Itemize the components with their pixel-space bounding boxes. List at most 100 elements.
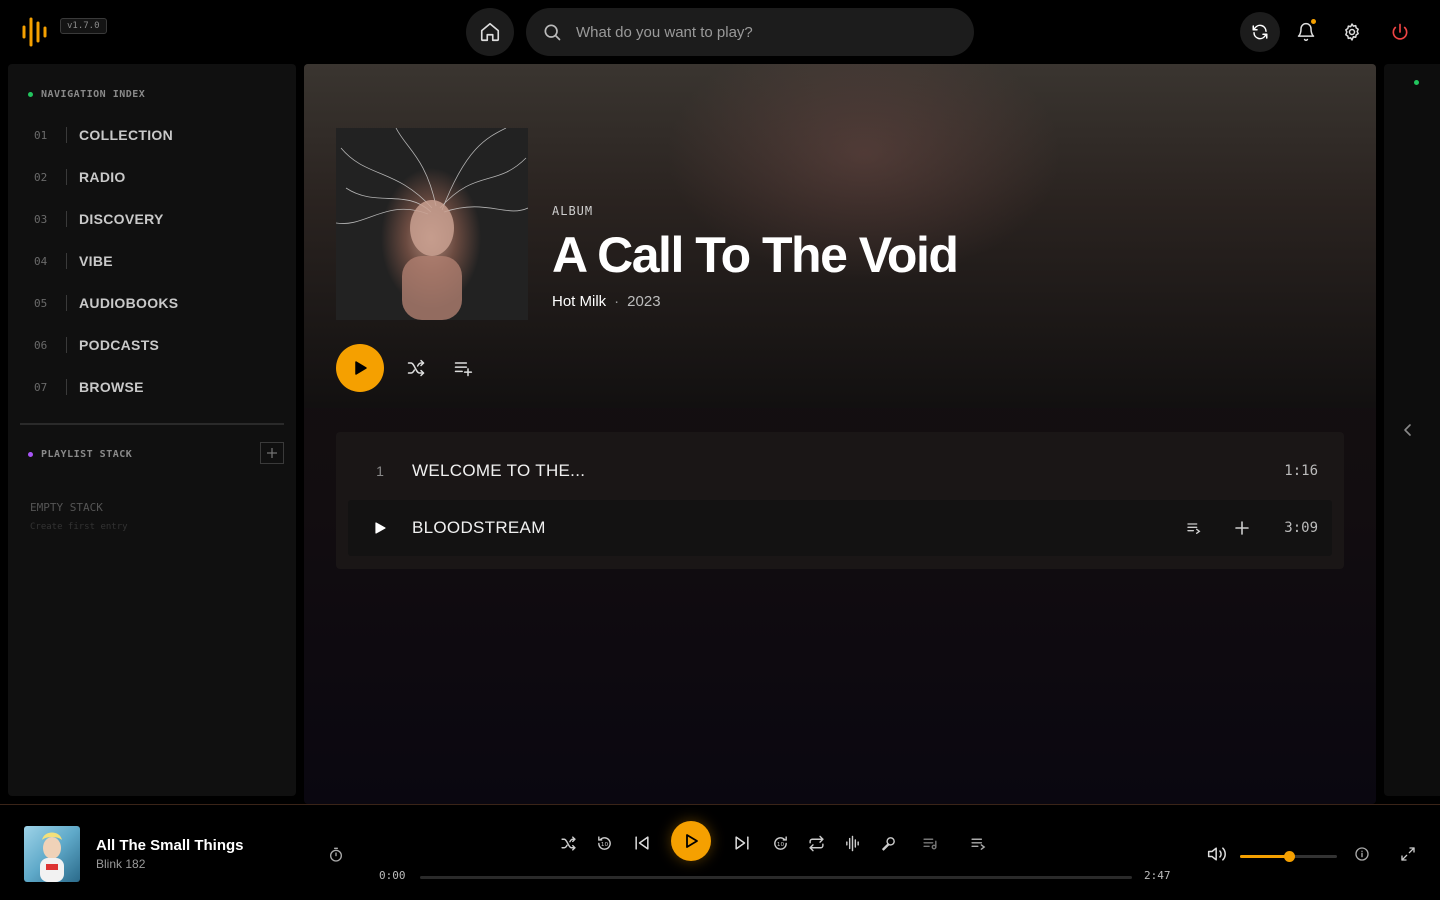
album-meta: Hot Milk · 2023 [552,293,661,310]
version-badge: v1.7.0 [60,18,107,34]
svg-text:10: 10 [600,841,608,847]
notifications-button[interactable] [1286,12,1326,52]
sidebar-item-browse[interactable]: 07 BROWSE [34,372,274,402]
queue-add-icon [1187,523,1201,534]
skip-back-icon [635,836,649,850]
play-icon [375,522,386,534]
now-playing-cover[interactable] [24,826,80,882]
album-cover [336,128,528,320]
sidebar-item-audiobooks[interactable]: 05 AUDIOBOOKS [34,288,274,318]
expand-panel-button[interactable] [1398,420,1418,440]
sidebar-item-podcasts[interactable]: 06 PODCASTS [34,330,274,360]
search-input[interactable] [576,8,956,56]
nav-label: VIBE [79,253,113,269]
queue-button[interactable] [966,831,990,855]
add-to-queue-button[interactable] [451,356,475,380]
nav-number: 02 [34,170,48,184]
fullscreen-button[interactable] [1398,844,1418,864]
gear-icon [1345,23,1359,41]
track-add-to-playlist-button[interactable] [1218,521,1266,535]
play-album-button[interactable] [336,344,384,392]
nav-number: 04 [34,254,48,268]
bell-icon [1297,22,1315,42]
svg-text:10: 10 [776,841,784,847]
forward-10-button[interactable]: 10 [768,831,792,855]
nav-label: COLLECTION [79,127,173,143]
progress-bar[interactable] [420,876,1132,879]
shuffle-icon [560,835,576,851]
sidebar-item-radio[interactable]: 02 RADIO [34,162,274,192]
queue-add-icon [454,362,473,377]
microphone-icon [881,836,895,851]
play-icon [686,834,698,848]
nav-divider [66,295,67,311]
album-artist-link[interactable]: Hot Milk [552,293,606,310]
nav-label: DISCOVERY [79,211,164,227]
queue-icon [970,838,985,850]
nav-divider [66,211,67,227]
sidebar: NAVIGATION INDEX 01 COLLECTION 02 RADIO … [8,64,296,796]
track-row[interactable]: BLOODSTREAM 3:09 [348,500,1332,556]
plus-icon [1235,521,1249,535]
rewind-10-button[interactable]: 10 [592,831,616,855]
track-row[interactable]: 1 WELCOME TO THE... 1:16 [348,443,1332,499]
player-bar: All The Small Things Blink 182 10 10 0:0… [0,804,1440,900]
repeat-button[interactable] [804,831,828,855]
nav-status-dot [28,92,33,97]
now-playing-title[interactable]: All The Small Things [96,837,244,854]
repeat-icon [808,835,824,851]
mute-button[interactable] [1206,843,1228,865]
volume-icon [1207,847,1226,861]
previous-button[interactable] [630,831,654,855]
track-title[interactable]: WELCOME TO THE... [412,461,1266,481]
add-playlist-button[interactable] [260,442,284,464]
nav-label: PODCASTS [79,337,160,353]
album-title: A Call To The Void [552,227,959,283]
playlist-music-button[interactable] [918,831,942,855]
notification-dot [1311,19,1316,24]
play-icon [355,361,367,375]
track-title[interactable]: BLOODSTREAM [412,518,1170,538]
nav-label: RADIO [79,169,126,185]
sidebar-item-vibe[interactable]: 04 VIBE [34,246,274,276]
search-icon [544,24,561,41]
status-dot [1414,80,1419,85]
track-add-to-queue-button[interactable] [1170,520,1218,536]
main-content: ALBUM A Call To The Void Hot Milk · 2023… [304,64,1376,804]
nav-divider [66,253,67,269]
volume-slider[interactable] [1240,851,1337,862]
volume-knob[interactable] [1283,851,1295,862]
track-play-button[interactable] [348,521,412,535]
app-logo-icon[interactable] [20,15,52,49]
plus-icon [267,448,277,458]
settings-button[interactable] [1332,12,1372,52]
sidebar-item-collection[interactable]: 01 COLLECTION [34,120,274,150]
total-time: 2:47 [1144,869,1171,882]
play-pause-button[interactable] [671,821,711,861]
forward-10-icon: 10 [773,835,787,850]
sleep-timer-button[interactable] [326,845,346,865]
timer-icon [330,847,342,862]
sync-button[interactable] [1240,12,1280,52]
shuffle-album-button[interactable] [404,356,428,380]
audio-visualizer-button[interactable] [840,831,864,855]
nav-divider [66,337,67,353]
home-button[interactable] [466,8,514,56]
shuffle-button[interactable] [556,831,580,855]
playlist-status-dot [28,452,33,457]
power-button[interactable] [1380,12,1420,52]
track-info-button[interactable] [1352,844,1372,864]
lyrics-button[interactable] [876,831,900,855]
now-playing-artist[interactable]: Blink 182 [96,857,145,871]
empty-stack-title: EMPTY STACK [30,501,103,514]
power-icon [1392,23,1408,40]
next-button[interactable] [730,831,754,855]
nav-heading: NAVIGATION INDEX [28,89,145,100]
meta-separator: · [614,293,620,310]
sidebar-item-discovery[interactable]: 03 DISCOVERY [34,204,274,234]
info-icon [1355,847,1369,861]
nav-number: 07 [34,380,48,394]
refresh-icon [1252,24,1268,40]
album-hero: ALBUM A Call To The Void Hot Milk · 2023 [304,64,1376,408]
track-duration: 1:16 [1284,463,1318,479]
